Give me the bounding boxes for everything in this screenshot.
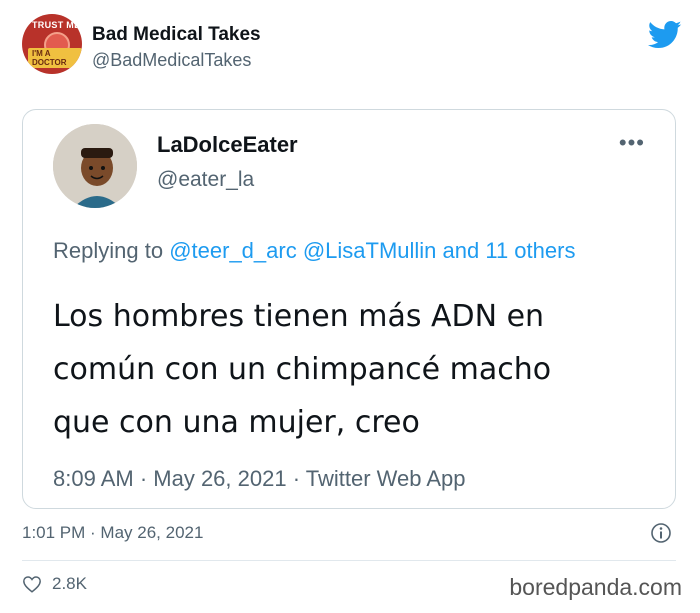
heart-icon[interactable] [22,575,42,593]
quoted-text-line: Los hombres tienen más ADN en [53,299,545,334]
divider [22,560,676,561]
quoted-handle[interactable]: @eater_la [157,168,298,192]
twitter-bird-icon[interactable] [648,20,682,50]
reply-mentions[interactable]: @teer_d_arc @LisaTMullin and 11 others [169,238,575,263]
quoted-text-line: que con una mujer, creo [53,405,420,440]
info-icon[interactable] [650,522,672,544]
author-name-block: Bad Medical Takes @BadMedicalTakes [92,24,261,71]
watermark: boredpanda.com [509,574,682,600]
quoted-author-avatar[interactable] [53,124,137,208]
author-handle[interactable]: @BadMedicalTakes [92,50,261,71]
likes-count: 2.8K [52,574,87,593]
likes-row[interactable]: 2.8K [22,572,87,596]
author-display-name[interactable]: Bad Medical Takes [92,24,261,46]
quoted-tweet-text: Los hombres tienen más ADN en común con … [53,290,653,449]
avatar-top-text: TRUST ME [32,20,81,30]
quoted-text-line: común con un chimpancé macho [53,352,552,387]
quoted-tweet-meta[interactable]: 8:09 AM · May 26, 2021 · Twitter Web App [53,466,466,492]
tweet-header: TRUST ME I'M A DOCTOR Bad Medical Takes … [22,14,682,84]
quoted-name-block: LaDolceEater @eater_la [157,132,298,192]
quoted-display-name[interactable]: LaDolceEater [157,132,298,158]
tweet-timestamp[interactable]: 1:01 PM · May 26, 2021 [22,523,203,543]
more-options-icon[interactable]: ••• [619,130,645,156]
author-avatar[interactable]: TRUST ME I'M A DOCTOR [22,14,82,74]
avatar-bottom-text: I'M A DOCTOR [28,48,82,68]
quoted-tweet-card[interactable]: LaDolceEater @eater_la ••• Replying to @… [22,109,676,509]
replying-to-line: Replying to @teer_d_arc @LisaTMullin and… [53,238,575,264]
replying-to-label: Replying to [53,238,164,263]
